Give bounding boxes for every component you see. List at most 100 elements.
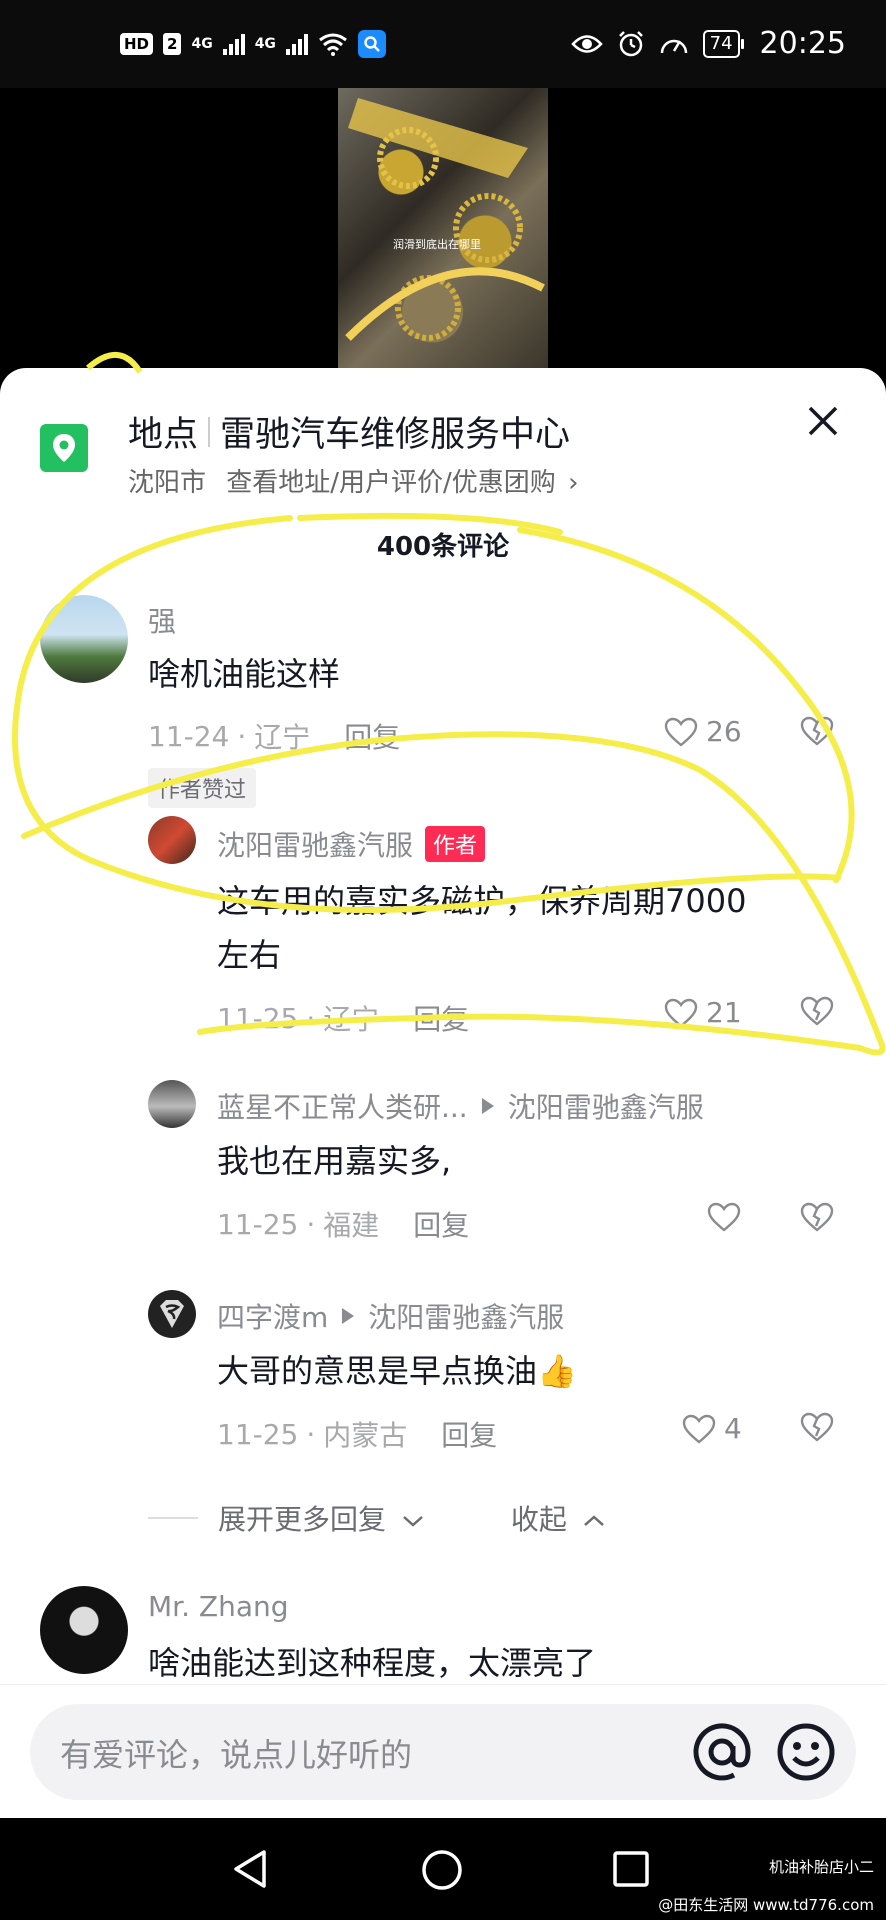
reply-username-text: 四字渡m [217,1301,329,1334]
like-button[interactable]: 21 [664,996,742,1029]
avatar[interactable] [148,1290,196,1338]
like-button[interactable] [707,1202,749,1232]
avatar[interactable] [148,816,196,864]
reply-meta: 11-25 · 福建 回复 [217,1204,469,1244]
comment-username[interactable]: Mr. Zhang [148,1590,289,1623]
smile-icon[interactable] [774,1720,838,1784]
reply-username[interactable]: 四字渡m 沈阳雷驰鑫汽服 [217,1296,564,1336]
dislike-heart-icon[interactable] [800,1412,834,1442]
search-app-icon [357,30,386,58]
avatar[interactable] [40,1586,128,1674]
reply-text: 这车用的嘉实多磁护，保养周期7000 左右 [217,874,746,982]
reply-username[interactable]: 蓝星不正常人类研... 沈阳雷驰鑫汽服 [217,1086,704,1126]
comment-region: 辽宁 [254,721,311,754]
comment-sheet: 地点 雷驰汽车维修服务中心 沈阳市 查看地址/用户评价/优惠团购 › 400条评… [0,368,886,1818]
reply-meta: 11-25 · 辽宁 回复 [217,998,469,1038]
speed-icon [660,39,687,53]
status-right: 74 20:25 [570,26,846,61]
reply-username[interactable]: 沈阳雷驰鑫汽服 作者 [217,824,486,864]
reply-text: 大哥的意思是早点换油👍 [217,1352,577,1390]
comment-count: 400条评论 [376,532,510,562]
status-bar: HD 2 4G 4G 74 20:25 [0,0,886,88]
reply-meta: 11-25 · 内蒙古 回复 [217,1414,497,1454]
dislike-heart-icon[interactable] [800,716,834,746]
watermark-author: 机油补胎店小二 [768,1858,874,1876]
reply-button[interactable]: 回复 [344,716,400,756]
divider [148,1517,198,1519]
reply-to-user: 沈阳雷驰鑫汽服 [368,1301,565,1334]
expand-more-replies-button[interactable]: 展开更多回复 [218,1498,425,1538]
reply-region: 辽宁 [323,1003,380,1036]
reply-button[interactable]: 回复 [413,1204,469,1244]
meta-dot: · [306,1417,316,1451]
superman-logo-icon [160,1300,184,1328]
clock: 20:25 [759,26,846,61]
reply-date: 11-25 [217,1001,299,1035]
author-liked-badge: 作者赞过 [148,768,257,808]
location-pin-icon[interactable] [40,424,88,472]
avatar[interactable] [148,1080,196,1128]
like-count: 4 [724,1412,742,1445]
collapse-label: 收起 [510,1503,567,1536]
collapse-replies-button[interactable]: 收起 [511,1498,606,1538]
location-label: 地点 [128,415,199,455]
meta-dot: · [237,719,247,753]
comment-text: 啥油能达到这种程度，太漂亮了 [148,1644,597,1682]
reply-arrow-icon [481,1098,494,1114]
back-icon[interactable] [230,1848,272,1890]
battery-indicator: 74 [702,29,744,58]
network-label-2: 4G [254,36,276,52]
status-left: HD 2 4G 4G [120,30,386,58]
reply-username-text: 沈阳雷驰鑫汽服 [217,829,414,862]
heart-icon [664,717,698,747]
reply-date: 11-25 [217,1417,299,1451]
meta-dot: · [306,1001,316,1035]
dislike-heart-icon[interactable] [800,996,834,1026]
location-header[interactable]: 地点 雷驰汽车维修服务中心 [128,406,570,457]
reply-button[interactable]: 回复 [413,998,469,1038]
reply-button[interactable]: 回复 [441,1414,497,1454]
heart-icon [664,998,698,1028]
location-subtitle[interactable]: 沈阳市 查看地址/用户评价/优惠团购 › [128,462,578,499]
chevron-down-icon [403,1516,423,1527]
eye-icon [570,34,603,53]
video-caption: 润滑到底出在哪里 [393,238,481,251]
comment-username[interactable]: 强 [148,600,176,640]
sim-badge: 2 [163,33,182,55]
chevron-up-icon [584,1515,604,1526]
close-icon[interactable] [806,404,840,438]
location-name: 雷驰汽车维修服务中心 [220,415,571,455]
reply-to-user: 沈阳雷驰鑫汽服 [507,1091,704,1124]
signal-icon [222,33,245,55]
video-area[interactable]: 润滑到底出在哪里 [0,88,886,388]
hd-badge: HD [120,33,154,55]
location-city: 沈阳市 [128,468,207,498]
heart-icon [682,1414,716,1444]
home-icon[interactable] [420,1848,464,1892]
comment-date: 11-24 [148,719,230,753]
video-thumbnail[interactable]: 润滑到底出在哪里 [338,88,548,368]
meta-dot: · [306,1207,316,1241]
reply-date: 11-25 [217,1207,299,1241]
reply-region: 福建 [323,1209,380,1242]
avatar[interactable] [40,595,128,683]
recents-icon[interactable] [612,1850,650,1888]
author-tag: 作者 [425,826,486,862]
comment-meta: 11-24 · 辽宁 回复 [148,716,400,756]
reply-text: 我也在用嘉实多, [217,1142,452,1180]
comment-input[interactable]: 有爱评论，说点儿好听的 [30,1704,856,1800]
heart-icon [707,1202,741,1232]
dislike-heart-icon[interactable] [800,1202,834,1232]
like-count: 26 [706,715,742,748]
at-icon[interactable] [690,1720,754,1784]
chevron-right-icon: › [568,468,579,498]
alarm-icon [618,30,643,56]
network-label-1: 4G [191,36,213,52]
like-button[interactable]: 26 [664,715,742,748]
comment-input-placeholder: 有爱评论，说点儿好听的 [60,1736,413,1774]
expand-label: 展开更多回复 [218,1503,387,1536]
like-count: 21 [706,996,742,1029]
watermark-site: @田东生活网 www.td776.com [658,1896,874,1914]
like-button[interactable]: 4 [682,1412,742,1445]
engine-gear-graphic [345,98,545,341]
